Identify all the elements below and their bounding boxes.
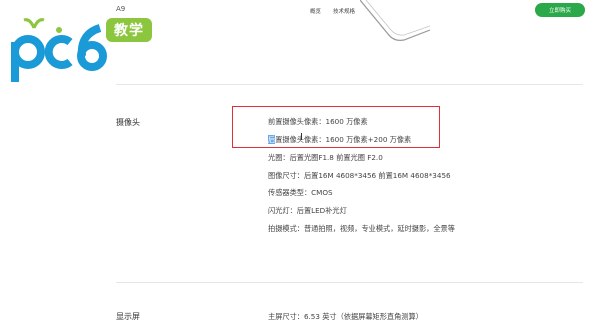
- spec-sensor: 传感器类型：CMOS: [268, 188, 333, 197]
- spec-front-camera: 前置摄像头像素：1600 万像素: [268, 117, 368, 126]
- edu-badge: 教学: [106, 18, 152, 42]
- spec-rear-camera-text: 置摄像头像素：1600 万像素+200 万像素: [275, 135, 412, 144]
- section-divider: [116, 282, 583, 283]
- nav-spec-link[interactable]: 技术规格: [333, 7, 355, 15]
- spec-flash: 闪光灯：后置LED补光灯: [268, 206, 347, 215]
- buy-now-button[interactable]: 立即购买: [535, 3, 585, 17]
- spec-rear-camera: 后置摄像头像素：1600 万像素+200 万像素: [268, 135, 411, 145]
- display-section-title: 显示屏: [116, 312, 140, 321]
- product-image: [360, 0, 430, 41]
- camera-section-title: 摄像头: [116, 118, 140, 127]
- spec-shooting-mode: 拍摄模式：普通拍照，视频，专业模式，延时摄影，全景等: [268, 224, 455, 233]
- nav-overview-link[interactable]: 概览: [310, 7, 321, 15]
- model-name: A9: [116, 5, 126, 13]
- spec-screen-size: 主屏尺寸：6.53 英寸（依据屏幕矩形直角测算）: [268, 312, 423, 321]
- spec-image-size: 图像尺寸：后置16M 4608*3456 前置16M 4608*3456: [268, 171, 451, 180]
- spec-aperture: 光圈：后置光圈F1.8 前置光圈 F2.0: [268, 153, 383, 162]
- text-cursor: [301, 133, 302, 140]
- section-divider: [116, 84, 583, 85]
